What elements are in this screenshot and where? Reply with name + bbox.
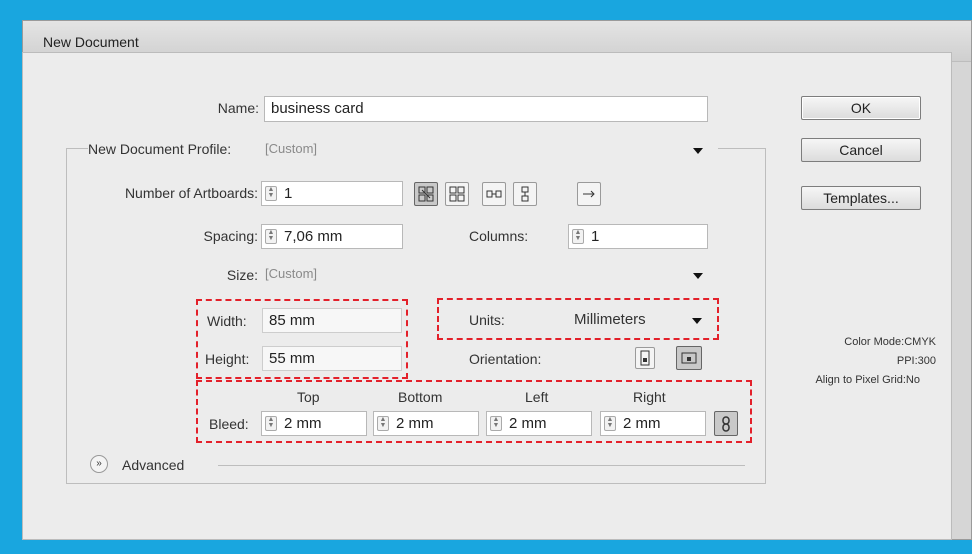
columns-input[interactable]: ▲ ▼ 1 [568, 224, 708, 249]
landscape-icon[interactable] [676, 346, 702, 370]
artboards-value: 1 [284, 185, 293, 202]
size-label: Size: [226, 267, 258, 283]
chevron-down-icon [693, 273, 703, 279]
columns-value: 1 [591, 228, 600, 245]
grid-by-row-icon[interactable] [414, 182, 438, 206]
size-dropdown[interactable]: [Custom] [262, 264, 708, 286]
color-mode-info: Color Mode:CMYK [844, 336, 936, 348]
advanced-label[interactable]: Advanced [122, 457, 184, 473]
spacing-value: 7,06 mm [284, 228, 343, 245]
arrange-by-column-icon[interactable] [513, 182, 537, 206]
ok-button[interactable]: OK [801, 96, 921, 120]
arrange-by-row-icon[interactable] [482, 182, 506, 206]
stepper-icon[interactable]: ▲ ▼ [265, 229, 277, 244]
cancel-button[interactable]: Cancel [801, 138, 921, 162]
chevron-down-icon [693, 148, 703, 154]
grid-by-column-icon[interactable] [445, 182, 469, 206]
artboards-input[interactable]: ▲ ▼ 1 [261, 181, 403, 206]
units-highlight [437, 298, 719, 340]
artboards-label: Number of Artboards: [124, 185, 258, 201]
ppi-info: PPI:300 [896, 355, 936, 367]
portrait-icon[interactable] [635, 347, 655, 369]
templates-button[interactable]: Templates... [801, 186, 921, 210]
columns-label: Columns: [469, 228, 529, 244]
profile-frame-right [765, 148, 766, 483]
profile-frame-left [66, 148, 67, 483]
stepper-icon[interactable]: ▲ ▼ [265, 186, 277, 201]
profile-frame-bottom [66, 483, 766, 484]
profile-dropdown[interactable]: [Custom] [262, 139, 708, 161]
stepper-icon[interactable]: ▲ ▼ [572, 229, 584, 244]
spacing-label: Spacing: [203, 228, 258, 244]
width-height-highlight [196, 299, 408, 379]
left-to-right-layout-icon[interactable] [577, 182, 601, 206]
spacing-input[interactable]: ▲ ▼ 7,06 mm [261, 224, 403, 249]
profile-label: New Document Profile: [88, 141, 235, 157]
expand-advanced-icon[interactable]: » [90, 455, 108, 473]
pixel-grid-info: Align to Pixel Grid:No [815, 374, 920, 386]
orientation-label: Orientation: [469, 351, 542, 367]
name-input[interactable]: business card [264, 96, 708, 122]
dialog-title: New Document [43, 34, 139, 50]
bleed-highlight [196, 380, 752, 443]
size-value: [Custom] [265, 266, 318, 281]
advanced-divider [218, 465, 745, 466]
profile-frame-top-right [718, 148, 766, 149]
profile-value: [Custom] [265, 141, 318, 156]
name-label: Name: [217, 100, 259, 116]
profile-frame-top-left [66, 148, 88, 149]
